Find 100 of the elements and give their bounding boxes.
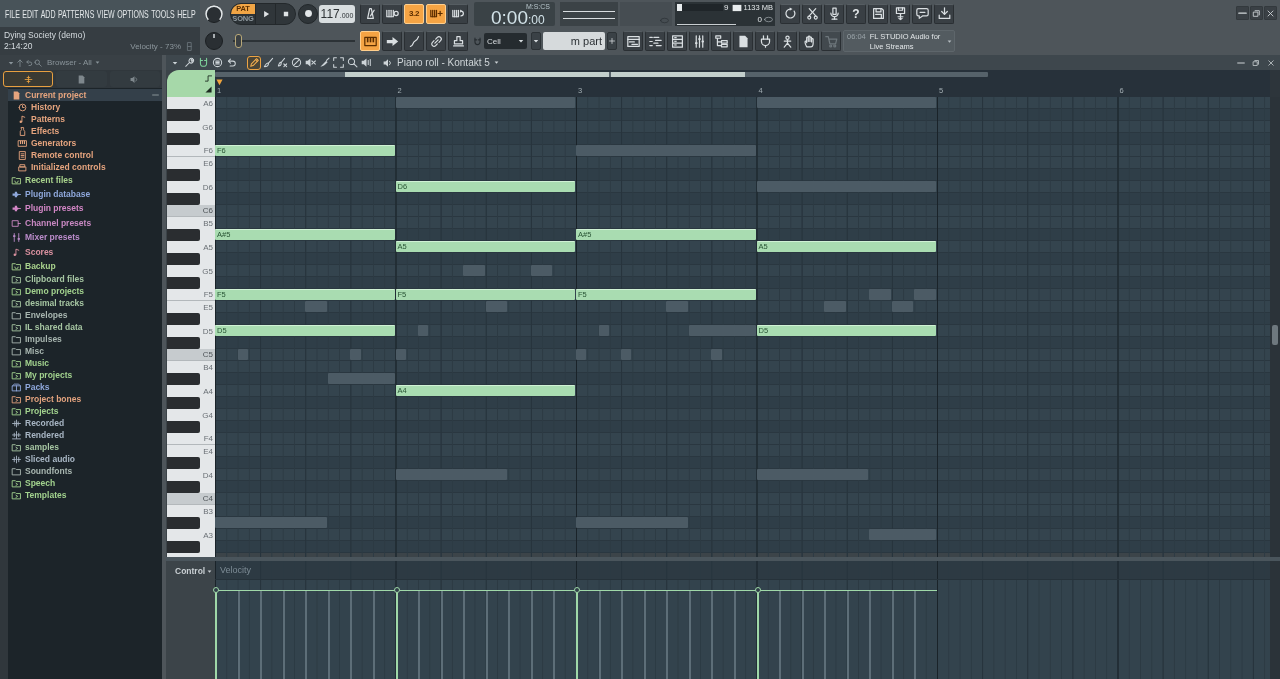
help-button[interactable]: ? bbox=[846, 3, 866, 24]
velocity-stem[interactable] bbox=[393, 587, 576, 679]
person-button[interactable] bbox=[777, 31, 797, 51]
browser-item[interactable]: Speech bbox=[8, 477, 162, 490]
pencil-tool[interactable] bbox=[247, 55, 261, 70]
browser-item[interactable]: Plugin presets bbox=[8, 201, 162, 217]
minimize-button[interactable] bbox=[1236, 6, 1249, 20]
menu-item[interactable]: FILE bbox=[5, 6, 20, 21]
browser-item[interactable]: Initialized controls bbox=[8, 161, 162, 173]
browser-item[interactable]: desimal tracks bbox=[8, 297, 162, 310]
browser-item[interactable]: Remote control bbox=[8, 149, 162, 161]
scrollbar-thumb[interactable] bbox=[1272, 325, 1278, 345]
piano-key[interactable]: C4 bbox=[167, 493, 215, 505]
menu-item[interactable]: HELP bbox=[177, 6, 196, 21]
piano-key[interactable]: F6 bbox=[167, 145, 215, 157]
browser-item[interactable]: Plugin database bbox=[8, 187, 162, 202]
browser-item[interactable]: Mixer presets bbox=[8, 230, 162, 245]
menu-item[interactable]: OPTIONS bbox=[117, 6, 149, 21]
piano-key[interactable]: F5 bbox=[167, 289, 215, 301]
browser-item[interactable]: Misc bbox=[8, 345, 162, 358]
select-tool[interactable] bbox=[331, 55, 345, 70]
menu-item[interactable]: EDIT bbox=[22, 6, 39, 21]
browser-item[interactable]: samples bbox=[8, 441, 162, 454]
browser-item[interactable]: Soundfonts bbox=[8, 465, 162, 478]
browser-item[interactable]: Recent files bbox=[8, 173, 162, 188]
piano-roll-button[interactable] bbox=[645, 31, 665, 51]
overview-bar[interactable] bbox=[215, 72, 988, 77]
piano-key[interactable]: C6 bbox=[167, 205, 215, 217]
slider-thumb[interactable] bbox=[235, 34, 243, 48]
countdown-button[interactable]: 3.2 bbox=[404, 3, 424, 24]
circle-lines-tool[interactable] bbox=[210, 55, 224, 70]
brush-tool[interactable] bbox=[261, 55, 275, 70]
browser-item[interactable]: Rendered bbox=[8, 429, 162, 442]
browser-filter-dropdown[interactable]: Browser - All bbox=[47, 58, 100, 67]
stamp-button[interactable] bbox=[448, 31, 468, 51]
browser-item[interactable]: Projects bbox=[8, 405, 162, 418]
browser-item[interactable]: Generators bbox=[8, 137, 162, 149]
browser-item[interactable]: Packs bbox=[8, 381, 162, 394]
channel-rack-button[interactable] bbox=[667, 31, 687, 51]
volume-knob[interactable] bbox=[204, 3, 224, 24]
delete-tool[interactable] bbox=[289, 55, 303, 70]
document-button[interactable] bbox=[733, 31, 753, 51]
close-button[interactable] bbox=[1266, 57, 1276, 68]
options-tool[interactable] bbox=[182, 55, 196, 70]
browser-item[interactable]: My projects bbox=[8, 369, 162, 382]
tree-button[interactable] bbox=[711, 31, 731, 51]
search-button[interactable] bbox=[34, 57, 42, 68]
browser-item[interactable]: Project bones bbox=[8, 393, 162, 406]
brush-x-tool[interactable] bbox=[275, 55, 289, 70]
browser-item[interactable]: IL shared data bbox=[8, 321, 162, 334]
menu-item[interactable]: VIEW bbox=[96, 6, 115, 21]
browser-item[interactable]: Envelopes bbox=[8, 309, 162, 322]
browser-item[interactable]: Patterns bbox=[8, 113, 162, 125]
up-button[interactable] bbox=[16, 57, 24, 68]
browser-item[interactable]: Backup bbox=[8, 259, 162, 274]
arrow-right-button[interactable] bbox=[382, 31, 402, 51]
snap-dropdown[interactable]: Cell bbox=[484, 33, 527, 49]
velocity-stem[interactable] bbox=[574, 587, 757, 679]
piano-keys-button[interactable] bbox=[360, 31, 380, 51]
back-button[interactable] bbox=[25, 57, 33, 68]
vertical-scrollbar[interactable] bbox=[1270, 97, 1280, 557]
link-button[interactable] bbox=[426, 31, 446, 51]
microphone-button[interactable] bbox=[824, 3, 844, 24]
browser-item[interactable]: Channel presets bbox=[8, 216, 162, 231]
refresh-button[interactable] bbox=[780, 3, 800, 24]
browser-item[interactable]: Effects bbox=[8, 125, 162, 137]
metronome-button[interactable] bbox=[360, 3, 380, 24]
mixer-button[interactable] bbox=[689, 31, 709, 51]
browser-item[interactable]: Recorded bbox=[8, 417, 162, 430]
browser-item[interactable]: Current project bbox=[8, 89, 162, 101]
browser-tab[interactable] bbox=[3, 71, 54, 87]
loop-record-button[interactable] bbox=[448, 3, 468, 24]
stop-button[interactable] bbox=[275, 3, 295, 24]
typing-keyboard-button[interactable] bbox=[382, 3, 402, 24]
save-button[interactable] bbox=[868, 3, 888, 24]
chat-button[interactable] bbox=[912, 3, 932, 24]
plug-button[interactable] bbox=[755, 31, 775, 51]
browser-item[interactable]: Clipboard files bbox=[8, 273, 162, 286]
curve-button[interactable] bbox=[404, 31, 424, 51]
pitch-slider[interactable] bbox=[233, 34, 355, 48]
menu-item[interactable]: TOOLS bbox=[151, 6, 175, 21]
close-button[interactable] bbox=[1264, 6, 1277, 20]
control-dropdown[interactable]: Control bbox=[175, 566, 213, 576]
restore-button[interactable] bbox=[1250, 6, 1263, 20]
piano-key[interactable]: C5 bbox=[167, 349, 215, 361]
play-button[interactable] bbox=[255, 3, 275, 24]
browser-item[interactable]: Music bbox=[8, 357, 162, 370]
browser-item[interactable]: Scores bbox=[8, 244, 162, 260]
record-button[interactable] bbox=[298, 3, 318, 24]
channel-selector[interactable]: Piano roll - Kontakt 5 bbox=[383, 57, 499, 68]
velocity-stem[interactable] bbox=[754, 587, 937, 679]
add-pattern-button[interactable] bbox=[607, 32, 617, 50]
browser-item[interactable]: Templates bbox=[8, 489, 162, 502]
browser-tab[interactable] bbox=[56, 71, 107, 87]
menu-item[interactable]: ADD bbox=[40, 6, 56, 21]
blend-button[interactable] bbox=[426, 3, 446, 24]
playback-tool[interactable] bbox=[359, 55, 373, 70]
hand-button[interactable] bbox=[799, 31, 819, 51]
velocity-stem[interactable] bbox=[213, 587, 396, 679]
download-button[interactable] bbox=[934, 3, 954, 24]
